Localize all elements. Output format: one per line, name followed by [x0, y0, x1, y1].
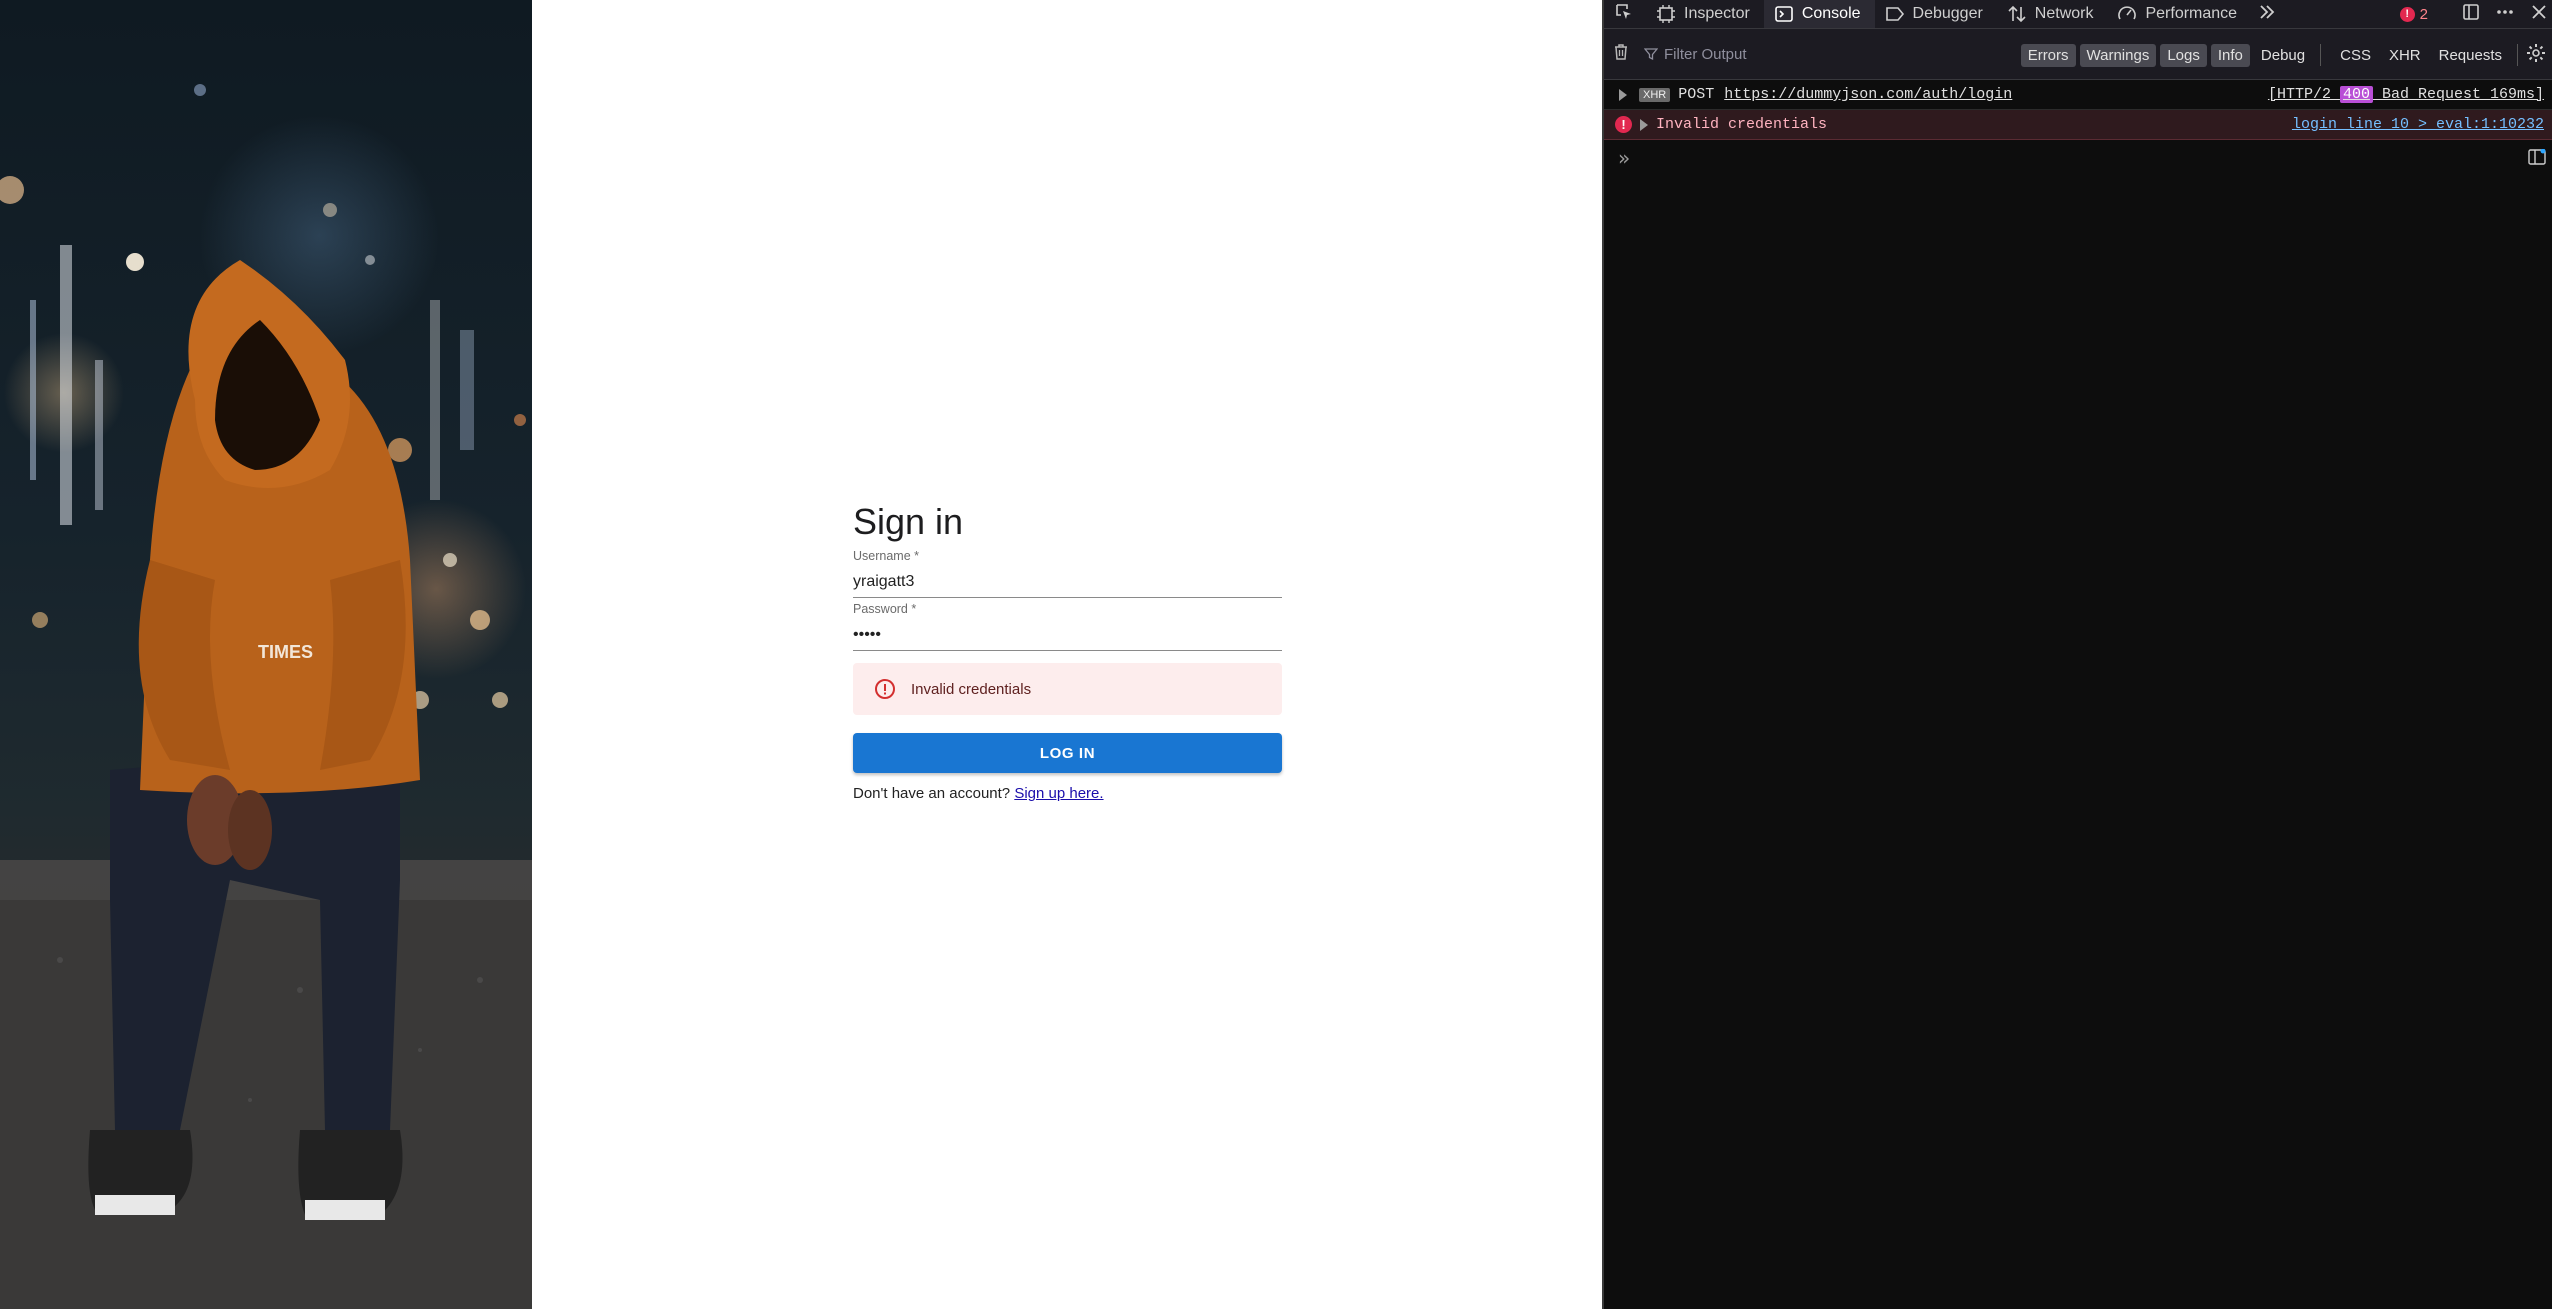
prompt-chevron-icon: »	[1618, 146, 1631, 170]
gear-icon	[2526, 43, 2546, 67]
devtools-toolbar: Inspector Console Debugger Network Perfo…	[1604, 0, 2552, 28]
login-form: Sign in Username * Password * Invalid cr…	[853, 497, 1282, 802]
devtools-toolbar-right: ! 2	[2399, 0, 2552, 28]
error-text: Invalid credentials	[1656, 116, 1828, 133]
signup-prompt: Don't have an account? Sign up here.	[853, 785, 1282, 802]
xhr-status[interactable]: [HTTP/2 400 Bad Request 169ms]	[2268, 86, 2544, 103]
password-label: Password *	[853, 602, 917, 616]
inspector-icon	[1656, 4, 1676, 24]
filter-output-input[interactable]: Filter Output	[1643, 45, 1747, 63]
element-picker-button[interactable]	[1604, 0, 1646, 28]
performance-icon	[2117, 4, 2137, 24]
tab-debugger[interactable]: Debugger	[1875, 0, 1997, 28]
password-input[interactable]	[853, 619, 1282, 651]
filter-logs-button[interactable]: Logs	[2160, 43, 2207, 67]
network-icon	[2007, 4, 2027, 24]
error-icon: !	[1615, 116, 1632, 133]
filter-warnings-button[interactable]: Warnings	[2079, 43, 2157, 67]
login-button[interactable]: LOG IN	[853, 733, 1282, 773]
filter-icon	[1643, 47, 1659, 61]
filter-css-button[interactable]: CSS	[2333, 44, 2378, 67]
hero-image: TIMES	[0, 0, 532, 1309]
filter-placeholder: Filter Output	[1664, 45, 1747, 63]
expand-triangle-icon[interactable]	[1619, 88, 1627, 101]
console-filter-bar: Filter Output Errors Warnings Logs Info …	[1604, 28, 2552, 80]
tab-inspector[interactable]: Inspector	[1646, 0, 1764, 28]
expand-triangle-icon[interactable]	[1640, 118, 1648, 131]
tab-performance[interactable]: Performance	[2107, 0, 2251, 28]
error-alert: Invalid credentials	[853, 663, 1282, 715]
signup-prompt-text: Don't have an account?	[853, 785, 1015, 802]
console-message-xhr[interactable]: XHR POST https://dummyjson.com/auth/logi…	[1604, 80, 2552, 110]
clear-console-button[interactable]	[1604, 42, 1638, 67]
signup-link[interactable]: Sign up here.	[1014, 785, 1103, 802]
tab-label: Debugger	[1912, 5, 1983, 22]
dock-side-icon	[2461, 2, 2481, 27]
username-label: Username *	[853, 549, 919, 563]
trash-icon	[1611, 42, 1631, 67]
console-icon	[1774, 4, 1794, 24]
filter-errors-button[interactable]: Errors	[2020, 43, 2076, 67]
error-count-badge[interactable]: ! 2	[2399, 5, 2428, 23]
element-picker-icon	[1614, 2, 1634, 27]
log-level-filters: Errors Warnings Logs Info Debug CSS XHR …	[2017, 29, 2552, 81]
error-message: Invalid credentials	[911, 680, 1032, 698]
filter-separator	[2320, 44, 2322, 66]
xhr-url-link[interactable]: https://dummyjson.com/auth/login	[1724, 86, 2012, 103]
console-message-error[interactable]: ! Invalid credentials login line 10 > ev…	[1604, 110, 2552, 140]
xhr-status-prefix: [HTTP/2	[2267, 86, 2340, 103]
filter-requests-button[interactable]: Requests	[2432, 44, 2509, 67]
xhr-status-suffix: Bad Request 169ms]	[2372, 86, 2544, 103]
filter-separator	[2517, 44, 2518, 66]
devtools-panel: Inspector Console Debugger Network Perfo…	[1602, 0, 2552, 1309]
filter-debug-button[interactable]: Debug	[2254, 44, 2312, 67]
dock-side-button[interactable]	[2458, 1, 2484, 27]
split-console-icon	[2528, 148, 2546, 169]
tab-label: Inspector	[1684, 5, 1750, 22]
more-tabs-button[interactable]	[2251, 0, 2283, 28]
tab-label: Network	[2034, 5, 2094, 22]
xhr-method: POST	[1678, 86, 1715, 103]
xhr-status-code: 400	[2339, 86, 2373, 103]
xhr-badge: XHR	[1639, 87, 1671, 102]
chevron-double-right-icon	[2257, 2, 2277, 27]
error-count: 2	[2419, 5, 2428, 23]
password-field: Password *	[853, 600, 1282, 653]
error-location-link[interactable]: login line 10 > eval:1:10232	[2292, 116, 2544, 133]
hoodie-print-text: TIMES	[258, 642, 313, 662]
page-title: Sign in	[853, 501, 964, 542]
tab-network[interactable]: Network	[1997, 0, 2108, 28]
close-icon	[2529, 2, 2549, 27]
username-field: Username *	[853, 547, 1282, 600]
ellipsis-icon	[2495, 2, 2515, 27]
console-settings-button[interactable]	[2526, 43, 2546, 68]
more-options-button[interactable]	[2492, 1, 2518, 27]
username-input[interactable]	[853, 566, 1282, 598]
close-devtools-button[interactable]	[2526, 1, 2552, 27]
tab-label: Performance	[2145, 5, 2238, 22]
filter-info-button[interactable]: Info	[2210, 43, 2250, 67]
debugger-icon	[1885, 4, 1905, 24]
tab-label: Console	[1801, 5, 1861, 22]
editor-mode-toggle[interactable]	[2528, 148, 2546, 165]
error-outline-icon	[874, 678, 896, 700]
error-count-icon: !	[2399, 6, 2415, 22]
filter-xhr-button[interactable]: XHR	[2382, 44, 2428, 67]
tab-console[interactable]: Console	[1763, 0, 1875, 28]
console-input[interactable]: »	[1604, 140, 2552, 176]
